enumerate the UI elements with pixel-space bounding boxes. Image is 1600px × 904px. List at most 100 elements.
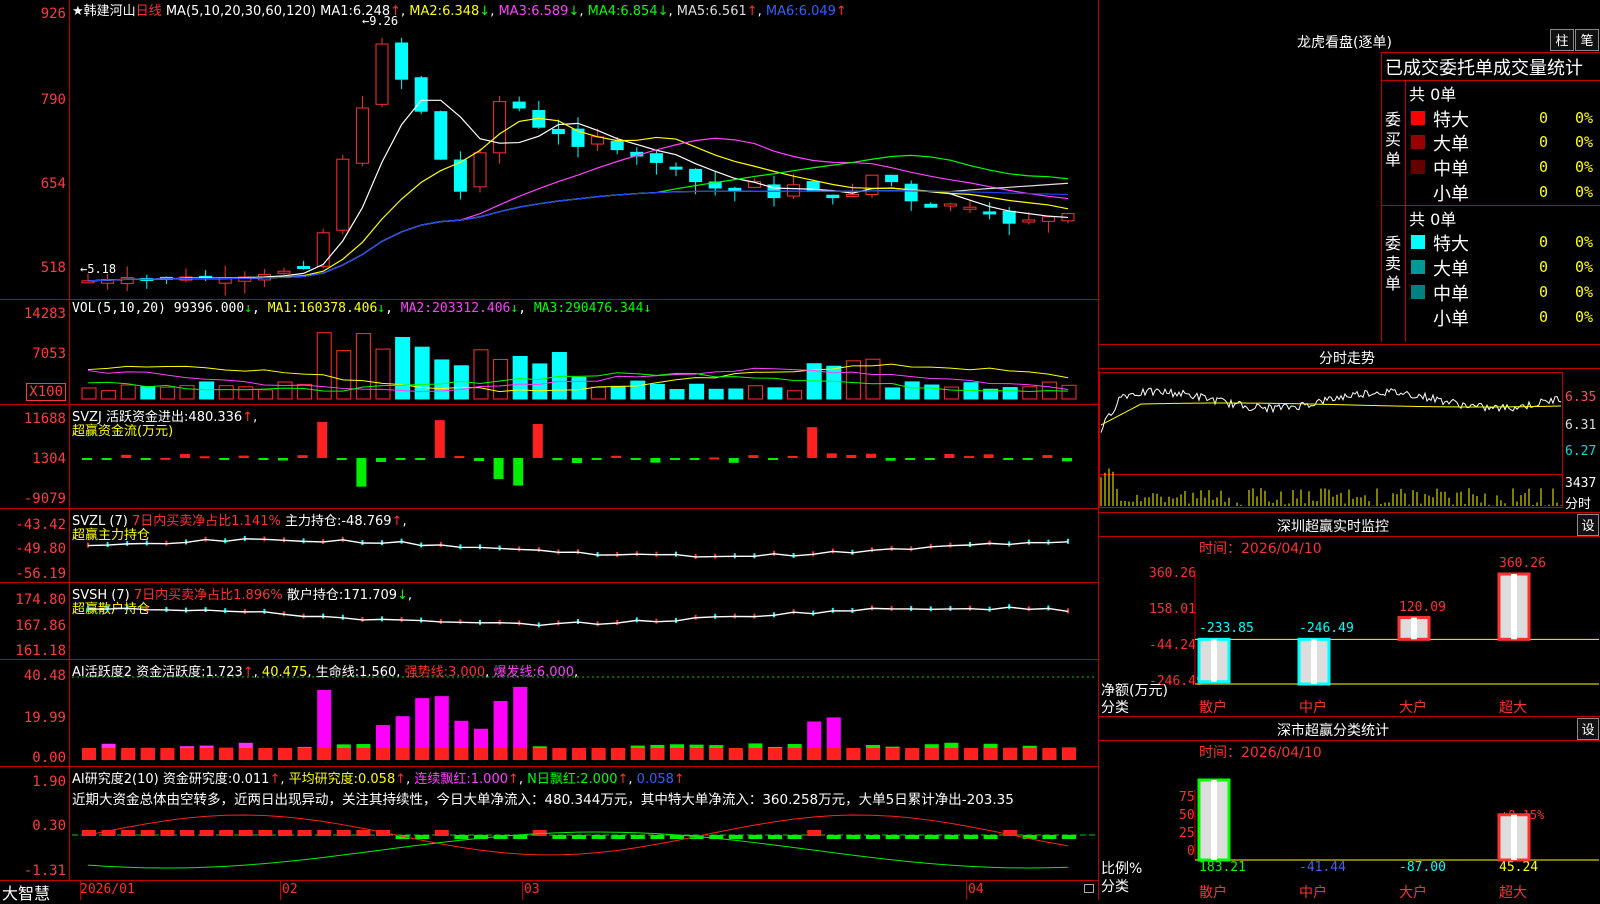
fund-flow-bar (552, 458, 563, 461)
fund-flow-bar (689, 458, 700, 460)
research-bar (1062, 835, 1076, 839)
fund-flow-bar (611, 455, 622, 458)
volume-bar (532, 363, 548, 400)
candle-body (297, 266, 311, 270)
activity-base (82, 748, 96, 760)
activity-base (866, 748, 880, 760)
activity-base (121, 748, 136, 760)
research-bar (846, 835, 861, 839)
stats-bar-highlight (1511, 814, 1517, 860)
candle-body (1002, 210, 1016, 224)
fund-flow-bar (866, 453, 876, 458)
research-bar (885, 835, 900, 839)
kline-chart[interactable] (0, 0, 1100, 900)
activity-base (474, 748, 488, 760)
activity-base (728, 748, 743, 760)
candle-body (434, 111, 448, 160)
research-bar (278, 830, 292, 836)
fund-flow-bar (709, 457, 720, 460)
activity-base (964, 748, 978, 760)
candle-body (375, 43, 389, 105)
activity-base (1022, 748, 1037, 760)
activity-base (572, 748, 586, 760)
volume-bar (728, 388, 744, 400)
volume-bar (199, 381, 215, 400)
candle-body (316, 232, 330, 267)
volume-bar (238, 386, 254, 400)
volume-bar (316, 332, 332, 400)
fund-flow-bar (846, 455, 857, 458)
volume-bar (434, 359, 450, 400)
candle-body (1041, 216, 1055, 222)
activity-base (454, 748, 469, 760)
fund-flow-bar (238, 455, 249, 458)
activity-base (944, 748, 959, 760)
candle-body (120, 277, 134, 285)
research-bar (1042, 835, 1057, 839)
fund-flow-bar (297, 455, 308, 458)
activity-base (140, 748, 155, 760)
candle-body (826, 194, 840, 199)
monitor-bar-highlight (1211, 639, 1217, 682)
candle-body (943, 203, 957, 207)
volume-bar (571, 376, 587, 400)
candle-body (395, 42, 409, 80)
research-bar (572, 835, 586, 839)
activity-base (395, 748, 410, 760)
candle-body (336, 158, 350, 231)
research-bar (807, 830, 822, 836)
volume-bar (787, 390, 803, 400)
monitor-bar-highlight (1511, 574, 1517, 640)
research-bar (787, 835, 802, 839)
fund-flow-bar (768, 458, 778, 460)
volume-bar (336, 350, 352, 400)
research-bar (728, 835, 743, 839)
fund-flow-bar (258, 458, 269, 460)
research-bar (258, 830, 273, 836)
fund-flow-bar (376, 458, 386, 462)
volume-bar (669, 388, 685, 400)
indicator-line (87, 538, 1069, 558)
fund-flow-bar (82, 458, 92, 460)
fund-flow-bar (513, 458, 524, 486)
fund-flow-bar (1042, 455, 1053, 458)
candle-body (551, 128, 565, 135)
activity-base (807, 748, 822, 760)
fund-flow-bar (101, 458, 112, 460)
activity-base (552, 748, 567, 760)
fund-flow-bar (219, 458, 230, 460)
fund-flow-bar (395, 458, 406, 460)
volume-bar (767, 387, 783, 400)
fund-flow-bar (317, 421, 328, 458)
ma-line (87, 182, 1069, 282)
volume-bar (826, 365, 842, 400)
candle-body (355, 107, 369, 164)
volume-bar (649, 383, 665, 400)
activity-base (885, 748, 900, 760)
volume-bar (101, 390, 117, 400)
fund-flow-bar (454, 456, 465, 459)
activity-base (689, 748, 704, 760)
fund-flow-bar (1003, 458, 1014, 460)
fund-flow-bar (415, 458, 426, 460)
activity-base (317, 748, 332, 760)
research-bar (297, 830, 312, 836)
volume-bar (140, 386, 156, 400)
fund-flow-bar (591, 458, 602, 460)
volume-bar (630, 380, 646, 400)
fund-flow-bar (748, 455, 759, 458)
indicator-line (87, 606, 1069, 627)
candle-body (885, 174, 899, 183)
candle-body (493, 101, 507, 154)
fund-flow-bar (787, 455, 798, 458)
research-bar (866, 835, 880, 839)
fund-flow-bar (199, 456, 210, 459)
research-bar (140, 830, 155, 836)
activity-base (219, 748, 234, 760)
candle-body (669, 166, 683, 170)
volume-bar (689, 383, 705, 400)
volume-bar (943, 386, 959, 400)
main-chart-area[interactable]: ★韩建河山日线 MA(5,10,20,30,60,120) MA1:6.248↑… (0, 0, 1100, 903)
research-bar (160, 830, 175, 836)
candle-body (787, 184, 801, 197)
